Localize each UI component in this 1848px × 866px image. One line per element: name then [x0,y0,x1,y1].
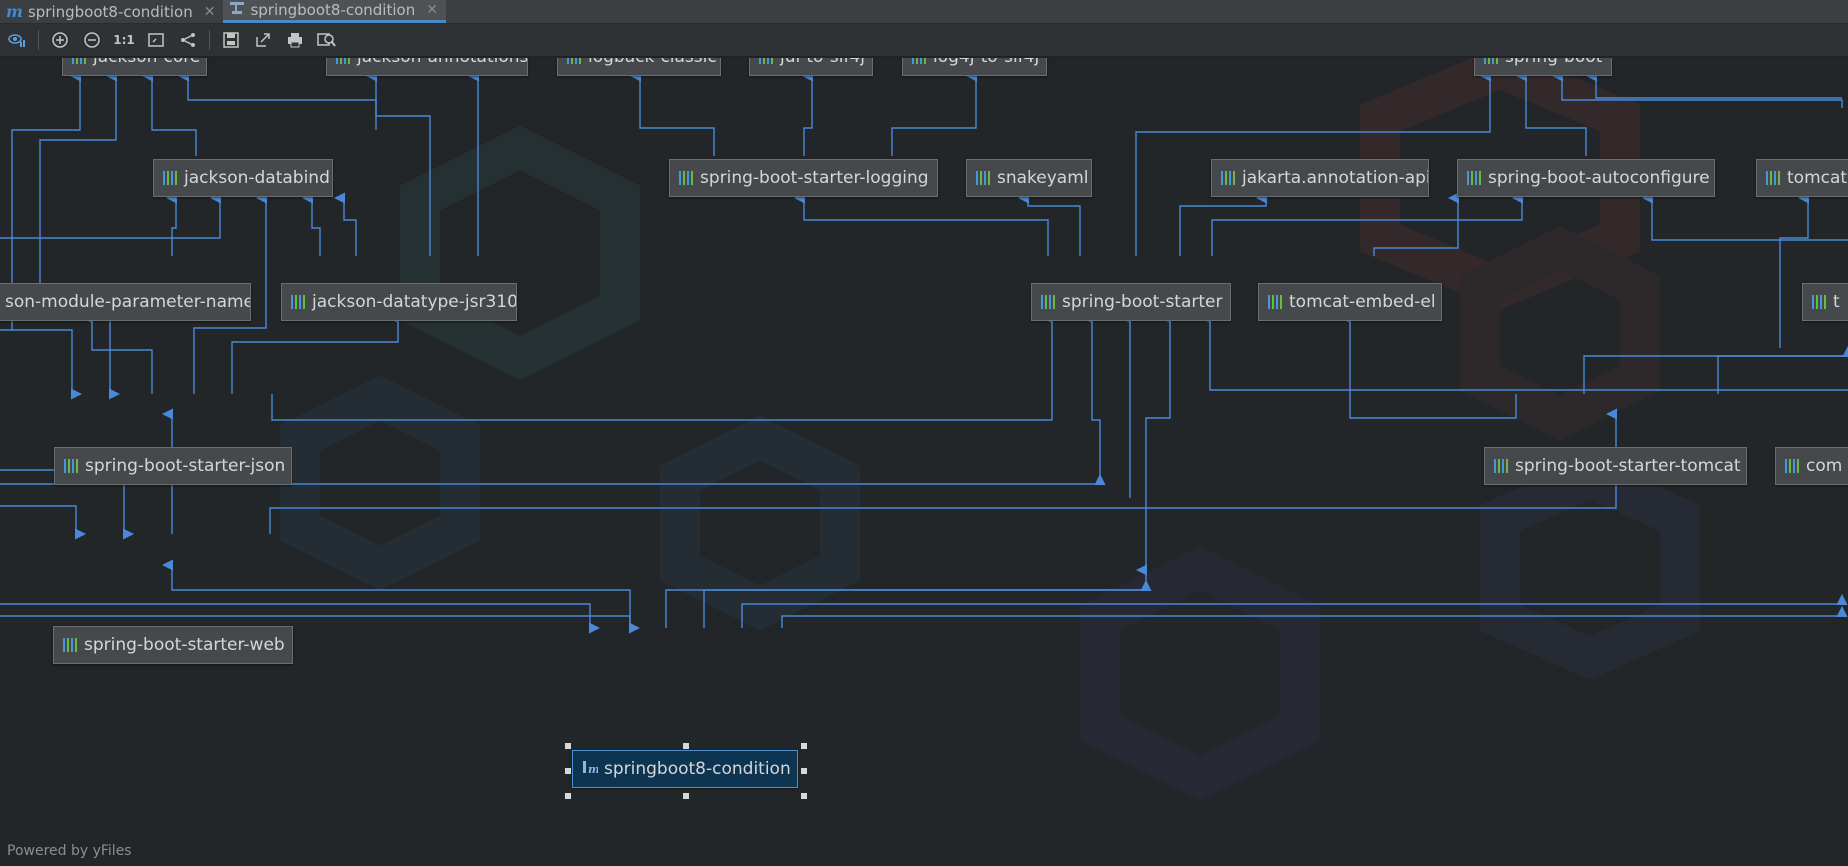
toolbar-separator [209,30,210,50]
node-snakeyaml[interactable]: snakeyaml [966,159,1092,197]
tab-dependency-diagram[interactable]: springboot8-condition ✕ [223,0,446,23]
node-label: com [1806,456,1843,476]
node-spring-boot[interactable]: spring-boot [1474,58,1612,76]
powered-by-footer: Powered by yFiles [7,843,132,859]
selection-handle[interactable] [565,743,571,749]
node-logback-classic[interactable]: logback-classic [557,58,721,76]
diagram-toolbar: 1:1 [0,24,1848,57]
print-icon[interactable] [282,27,308,53]
library-icon [1766,171,1780,185]
library-icon [1812,295,1826,309]
node-label: spring-boot-starter [1062,292,1223,312]
node-label: jul-to-slf4j [780,58,865,67]
node-t-partial[interactable]: t [1802,283,1848,321]
actual-size-icon[interactable]: 1:1 [111,27,137,53]
export-icon[interactable] [250,27,276,53]
selection-handle[interactable] [801,743,807,749]
selection-handle[interactable] [683,743,689,749]
library-icon [679,171,693,185]
node-label: spring-boot-autoconfigure [1488,168,1710,188]
close-icon[interactable]: ✕ [426,2,438,18]
node-jakarta-annotation-api[interactable]: jakarta.annotation-api [1211,159,1429,197]
node-label: t [1833,292,1840,312]
library-icon [291,295,305,309]
svg-text:m: m [588,763,598,775]
library-icon [759,58,773,64]
node-label: jackson-core [93,58,200,67]
library-icon [1268,295,1282,309]
node-label: son-module-parameter-names [5,292,251,312]
node-label: tomcat-embed-el [1289,292,1436,312]
diagram-icon [229,1,245,19]
node-spring-boot-starter-json[interactable]: spring-boot-starter-json [54,447,292,485]
library-icon [1484,58,1498,64]
node-label: spring-boot-starter-tomcat [1515,456,1741,476]
node-label: log4j-to-slf4j [933,58,1039,67]
node-label: snakeyaml [997,168,1089,188]
selection-handle[interactable] [801,768,807,774]
selection-handle[interactable] [801,793,807,799]
library-icon [1785,459,1799,473]
dependency-diagram-canvas[interactable]: jackson-core jackson-annotations logback… [0,58,1848,866]
library-icon [63,638,77,652]
node-springboot8-condition-selected[interactable]: m springboot8-condition [572,750,798,788]
maven-m-icon: m [6,2,23,21]
node-tomcat-partial[interactable]: tomcat [1756,159,1848,197]
library-icon [163,171,177,185]
library-icon [976,171,990,185]
node-jackson-core[interactable]: jackson-core [62,58,207,76]
library-icon [336,58,350,64]
library-icon [72,58,86,64]
selection-handle[interactable] [565,768,571,774]
node-label: springboot8-condition [604,759,791,779]
node-label: spring-boot-starter-json [85,456,286,476]
node-jul-to-slf4j[interactable]: jul-to-slf4j [749,58,873,76]
tab-label: springboot8-condition [27,2,193,21]
node-log4j-to-slf4j[interactable]: log4j-to-slf4j [902,58,1047,76]
tab-label: springboot8-condition [250,1,416,19]
node-jackson-databind[interactable]: jackson-databind [153,159,333,197]
node-spring-boot-autoconfigure[interactable]: spring-boot-autoconfigure [1457,159,1715,197]
library-icon [912,58,926,64]
selection-handle[interactable] [683,793,689,799]
node-spring-boot-starter[interactable]: spring-boot-starter [1031,283,1231,321]
find-icon[interactable] [314,27,340,53]
library-icon [1221,171,1235,185]
node-label: spring-boot [1505,58,1602,67]
node-jackson-datatype-jsr310[interactable]: jackson-datatype-jsr310 [281,283,517,321]
node-jackson-module-parameter-names[interactable]: son-module-parameter-names [0,283,251,321]
node-label: tomcat [1787,168,1848,188]
library-icon [1494,459,1508,473]
node-com-partial[interactable]: com [1775,447,1848,485]
library-icon [64,459,78,473]
library-icon [567,58,581,64]
zoom-out-icon[interactable] [79,27,105,53]
layout-icon[interactable] [175,27,201,53]
node-label: jakarta.annotation-api [1242,168,1429,188]
node-jackson-annotations[interactable]: jackson-annotations [326,58,528,76]
node-tomcat-embed-el[interactable]: tomcat-embed-el [1258,283,1442,321]
editor-tab-bar: m springboot8-condition ✕ springboot8-co… [0,0,1848,24]
library-icon [1467,171,1481,185]
node-spring-boot-starter-tomcat[interactable]: spring-boot-starter-tomcat [1484,447,1747,485]
save-icon[interactable] [218,27,244,53]
node-label: spring-boot-starter-logging [700,168,929,188]
tab-maven-pom[interactable]: m springboot8-condition ✕ [0,0,223,23]
zoom-in-icon[interactable] [47,27,73,53]
view-options-icon[interactable] [4,27,30,53]
node-label: jackson-databind [184,168,330,188]
toolbar-separator [38,30,39,50]
node-label: jackson-datatype-jsr310 [312,292,517,312]
node-spring-boot-starter-logging[interactable]: spring-boot-starter-logging [669,159,938,197]
selection-handle[interactable] [565,793,571,799]
project-module-icon: m [582,759,600,779]
node-label: jackson-annotations [357,58,527,67]
node-label: spring-boot-starter-web [84,635,285,655]
fit-content-icon[interactable] [143,27,169,53]
node-spring-boot-starter-web[interactable]: spring-boot-starter-web [53,626,293,664]
library-icon [1041,295,1055,309]
node-label: logback-classic [588,58,717,67]
close-icon[interactable]: ✕ [204,4,216,20]
